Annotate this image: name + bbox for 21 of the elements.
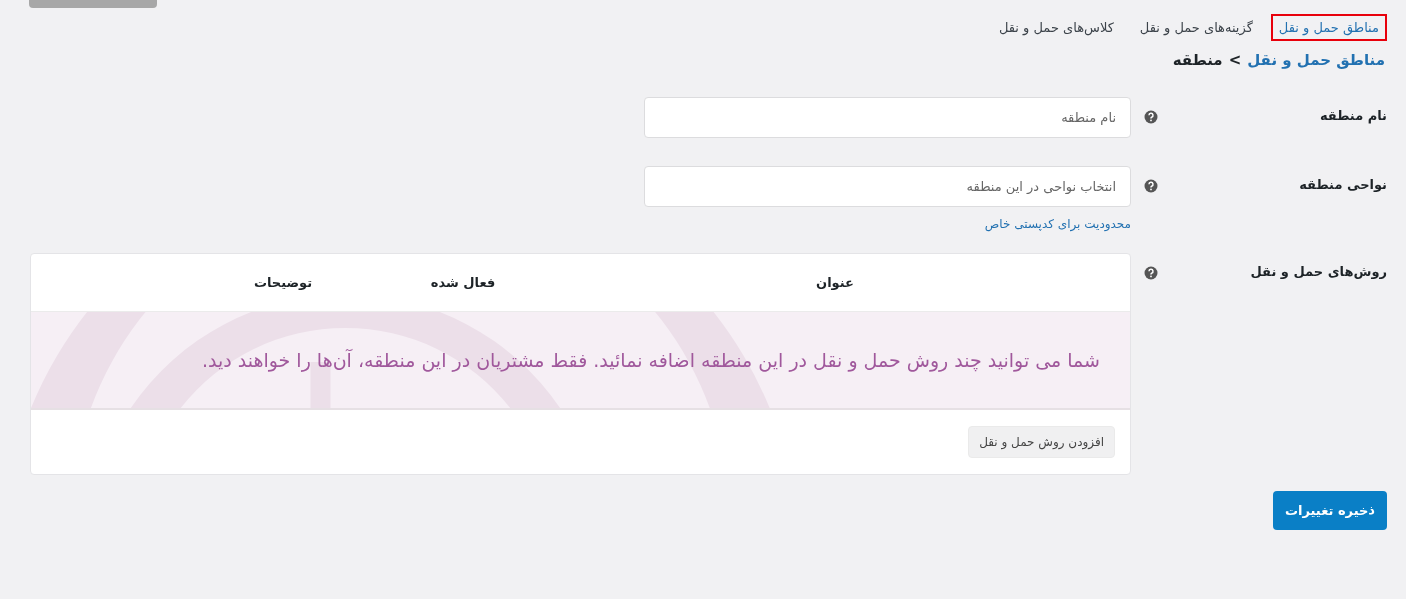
column-header: عنوان <box>815 275 855 290</box>
tab[interactable]: مناطق حمل و نقل <box>1270 14 1387 41</box>
column-header: توضیحات <box>252 275 314 290</box>
field-label: نام منطقه <box>1318 107 1387 123</box>
help-icon[interactable] <box>1144 266 1158 280</box>
column-header: فعال شده <box>429 275 497 290</box>
field-label: روش‌های حمل و نقل <box>1249 263 1387 279</box>
add-method-button[interactable]: افزودن روش حمل و نقل <box>968 426 1115 458</box>
help-icon[interactable] <box>1144 179 1158 193</box>
empty-message: شما می توانید چند روش حمل و نقل در این منطقه اضافه نمائید. فقط مشتریان در این منطقه، آن‌ها را خواهند دید. <box>201 349 1100 371</box>
breadcrumb-separator: > <box>1228 51 1242 69</box>
help-icon[interactable] <box>1144 110 1158 124</box>
breadcrumb-link[interactable]: مناطق حمل و نقل <box>1247 51 1385 69</box>
tab[interactable]: کلاس‌های حمل و نقل <box>990 14 1122 41</box>
tab[interactable]: گزینه‌های حمل و نقل <box>1131 14 1261 41</box>
breadcrumb-current: منطقه <box>1172 51 1223 69</box>
input-field[interactable]: نام منطقه <box>644 97 1131 138</box>
save-button[interactable]: ذخیره تغییرات <box>1273 491 1387 530</box>
field-label: نواحی منطقه <box>1298 176 1387 192</box>
postcode-link[interactable]: محدودیت برای کدپستی خاص <box>984 217 1131 231</box>
input-field[interactable]: انتخاب نواحی در این منطقه <box>644 166 1131 207</box>
